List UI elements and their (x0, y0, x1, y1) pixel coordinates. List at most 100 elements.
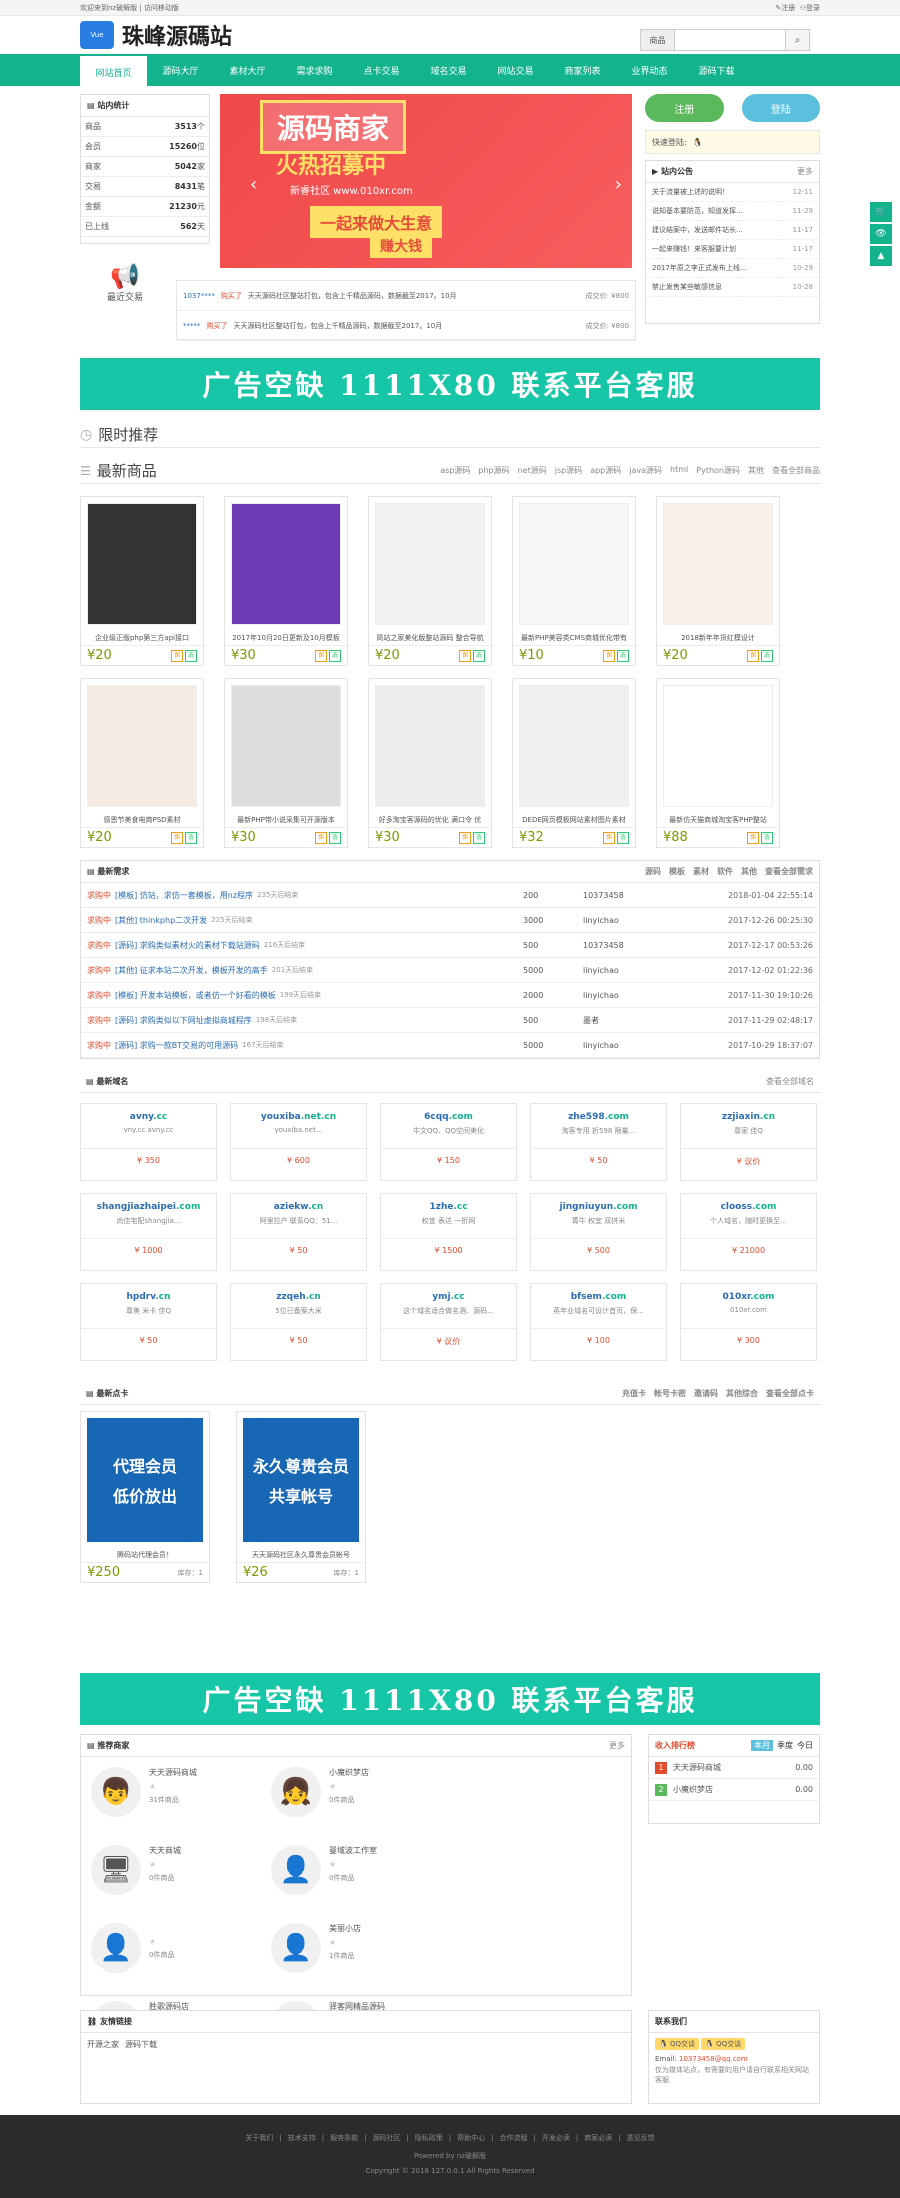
ranking-row[interactable]: 2 小魔织梦店 0.00 (649, 1779, 819, 1801)
footer-link[interactable]: 商家必读 (584, 2134, 612, 2142)
shop-name[interactable]: 小魔织梦店 (329, 1767, 369, 1778)
shop-name[interactable]: 天天源码商城 (149, 1767, 197, 1778)
product-image[interactable] (519, 503, 629, 625)
request-row[interactable]: 求购中 [模板] 仿站，求仿一套模板，用nz程序 235天后结束 200 1037345… (81, 883, 819, 908)
product-name[interactable]: 企业级正版php第三方api接口 (81, 631, 203, 645)
domain-card[interactable]: 010xr.com 010xr.com ¥ 300 (680, 1283, 817, 1361)
product-name[interactable]: 好多淘宝客源码的优化 满口令 优 (369, 813, 491, 827)
shop-avatar[interactable]: 👦 (91, 1767, 141, 1817)
search-icon[interactable]: ⌕ (785, 30, 809, 50)
request-row[interactable]: 求购中 [模板] 开发本站模板，或者仿一个好看的模板 199天后结束 2000 liny… (81, 983, 819, 1008)
main-banner[interactable]: 源码商家 火热招募中 新睿社区 www.010xr.com 一起来做大生意 赚大… (220, 94, 632, 268)
footer-link[interactable]: 隐私政策 (415, 2134, 443, 2142)
request-title[interactable]: [源码] 求购类似素材火的素材下载站源码 (115, 940, 260, 951)
product-image[interactable] (375, 503, 485, 625)
shop-name[interactable] (149, 1923, 174, 1933)
product-name[interactable]: 最新PHP美容类CMS商城优化带有 (513, 631, 635, 645)
footer-link[interactable]: 意见反馈 (627, 2134, 655, 2142)
request-cat-link[interactable]: 模板 (669, 866, 685, 877)
shop-avatar[interactable]: 👤 (91, 1923, 141, 1973)
product-name[interactable]: 最新仿天猫商城淘宝客PHP整站 (657, 813, 779, 827)
request-title[interactable]: [源码] 求购类似以下网址虚拟商城程序 (115, 1015, 252, 1026)
card-product[interactable]: 永久尊贵会员 共享帐号 天天源码社区永久尊贵会员帐号 ¥26 库存：1 (236, 1411, 366, 1583)
domain-card[interactable]: youxiba.net.cn youxiba.net... ¥ 600 (230, 1103, 367, 1181)
search-category-select[interactable]: 商品 (641, 30, 675, 50)
shop-item[interactable]: 🖥 天天商城 ★ 0件商品 (91, 1845, 271, 1923)
product-card[interactable]: 感恩节美食电商PSD素材 ¥20 保选 (80, 678, 204, 848)
product-image[interactable] (231, 503, 341, 625)
request-cat-link[interactable]: 其他 (741, 866, 757, 877)
request-cat-link[interactable]: 素材 (693, 866, 709, 877)
ranking-tab[interactable]: 今日 (797, 1741, 813, 1750)
request-title[interactable]: [模板] 仿站，求仿一套模板，用nz程序 (115, 890, 253, 901)
eye-icon[interactable]: 👁 (870, 224, 892, 244)
login-link[interactable]: 登录 (806, 4, 820, 12)
nav-item[interactable]: 网站交易 (482, 54, 549, 86)
product-image[interactable] (663, 503, 773, 625)
login-button[interactable]: 登陆 (741, 94, 820, 122)
card-image[interactable]: 永久尊贵会员 共享帐号 (243, 1418, 359, 1542)
domain-card[interactable]: clooss.com 个人域名，随时更换至... ¥ 21000 (680, 1193, 817, 1271)
product-card[interactable]: 最新PHP带小说采集可开源版本 ¥30 保选 (224, 678, 348, 848)
shop-avatar[interactable]: 🖥 (91, 1845, 141, 1895)
recent-trade-row[interactable]: 1037**** 购买了 天天源码社区整站打包，包含上千精品源码，数据截至2017。… (177, 281, 635, 311)
notice-item[interactable]: 2017年原之李正式发布上线... 10-29 (646, 259, 819, 278)
shops-more-link[interactable]: 更多 (609, 1740, 625, 1751)
footer-link[interactable]: 源码社区 (372, 2134, 400, 2142)
card-product[interactable]: 代理会员 低价放出 腾码站代理会员！ ¥250 库存：1 (80, 1411, 210, 1583)
domain-card[interactable]: zhe598.com 淘客专用 折598 限量... ¥ 50 (530, 1103, 667, 1181)
card-cat-link[interactable]: 查看全部点卡 (766, 1388, 814, 1399)
product-name[interactable]: 感恩节美食电商PSD素材 (81, 813, 203, 827)
card-cat-link[interactable]: 帐号卡密 (654, 1388, 686, 1399)
shop-item[interactable]: 👧 小魔织梦店 ★ 0件商品 (271, 1767, 451, 1845)
product-card[interactable]: 好多淘宝客源码的优化 满口令 优 ¥30 保选 (368, 678, 492, 848)
chevron-right-icon[interactable]: › (615, 174, 622, 195)
ranking-row[interactable]: 1 天天源码商城 0.00 (649, 1757, 819, 1779)
product-image[interactable] (231, 685, 341, 807)
qq-chat-button-1[interactable]: 🐧 QQ交谈 (655, 2038, 699, 2050)
arrow-up-icon[interactable]: ▲ (870, 246, 892, 266)
ranking-tab[interactable]: 本月 (751, 1740, 773, 1751)
register-button[interactable]: 注册 (645, 94, 724, 122)
shop-avatar[interactable]: 👤 (271, 1845, 321, 1895)
product-cat-link[interactable]: html (670, 465, 688, 476)
card-cat-link[interactable]: 充值卡 (622, 1388, 646, 1399)
request-cat-link[interactable]: 软件 (717, 866, 733, 877)
product-name[interactable]: 最新PHP带小说采集可开源版本 (225, 813, 347, 827)
footer-link[interactable]: 关于我们 (245, 2134, 273, 2142)
product-cat-link[interactable]: java源码 (629, 465, 662, 476)
footer-link[interactable]: 合作流程 (500, 2134, 528, 2142)
request-title[interactable]: [其他] 征求本站二次开发，模板开发的高手 (115, 965, 268, 976)
ad-banner-bottom[interactable]: 广告空缺 1111X80 联系平台客服 (80, 1673, 820, 1725)
request-row[interactable]: 求购中 [源码] 求购类似以下网址虚拟商城程序 198天后结束 500 墨者 2017-1… (81, 1008, 819, 1033)
nav-item[interactable]: 需求求购 (281, 54, 348, 86)
notice-item[interactable]: 关于流量被上述的说明！ 12-11 (646, 183, 819, 202)
shop-item[interactable]: 👤 曼域波工作室 ★ 0件商品 (271, 1845, 451, 1923)
domain-card[interactable]: zzjiaxin.cn 尊家 佳Q ¥ 议价 (680, 1103, 817, 1181)
notice-item[interactable]: 一起来赚钱！来客服要计划 11-17 (646, 240, 819, 259)
nav-item[interactable]: 源码下载 (683, 54, 750, 86)
product-image[interactable] (87, 503, 197, 625)
domain-card[interactable]: zzqeh.cn 5位已备案大米 ¥ 50 (230, 1283, 367, 1361)
product-card[interactable]: 2018新年年货红模设计 ¥20 保选 (656, 496, 780, 666)
card-cat-link[interactable]: 其他综合 (726, 1388, 758, 1399)
nav-item[interactable]: 域名交易 (415, 54, 482, 86)
chevron-left-icon[interactable]: ‹ (250, 174, 257, 195)
nav-item[interactable]: 商家列表 (549, 54, 616, 86)
nav-item[interactable]: 源码大厅 (147, 54, 214, 86)
notice-item[interactable]: 建议结案中，发送邮件站长... 11-17 (646, 221, 819, 240)
qq-chat-button-2[interactable]: 🐧 QQ交谈 (701, 2038, 746, 2050)
product-card[interactable]: 2017年10月20日更新及10月模板 ¥30 保选 (224, 496, 348, 666)
card-name[interactable]: 腾码站代理会员！ (81, 1548, 209, 1562)
notice-item[interactable]: 说知基本要防范，知道发挥... 11-29 (646, 202, 819, 221)
request-cat-link[interactable]: 源码 (645, 866, 661, 877)
shop-avatar[interactable]: 👧 (271, 1767, 321, 1817)
product-cat-link[interactable]: 其他 (748, 465, 764, 476)
shop-item[interactable]: 👤 ★ 0件商品 (91, 1923, 271, 2001)
product-cat-link[interactable]: php源码 (478, 465, 509, 476)
product-name[interactable]: 简站之家美化版整站源码 整合导航 (369, 631, 491, 645)
request-row[interactable]: 求购中 [源码] 求购一款BT交易的可用源码 167天后结束 5000 linyicha… (81, 1033, 819, 1058)
domain-card[interactable]: 1zhe.cc 权宜 表达 一折网 ¥ 1500 (380, 1193, 517, 1271)
request-row[interactable]: 求购中 [源码] 求购类似素材火的素材下载站源码 216天后结束 500 1037345… (81, 933, 819, 958)
notice-item[interactable]: 禁止发售某些敏感信息 10-28 (646, 278, 819, 297)
